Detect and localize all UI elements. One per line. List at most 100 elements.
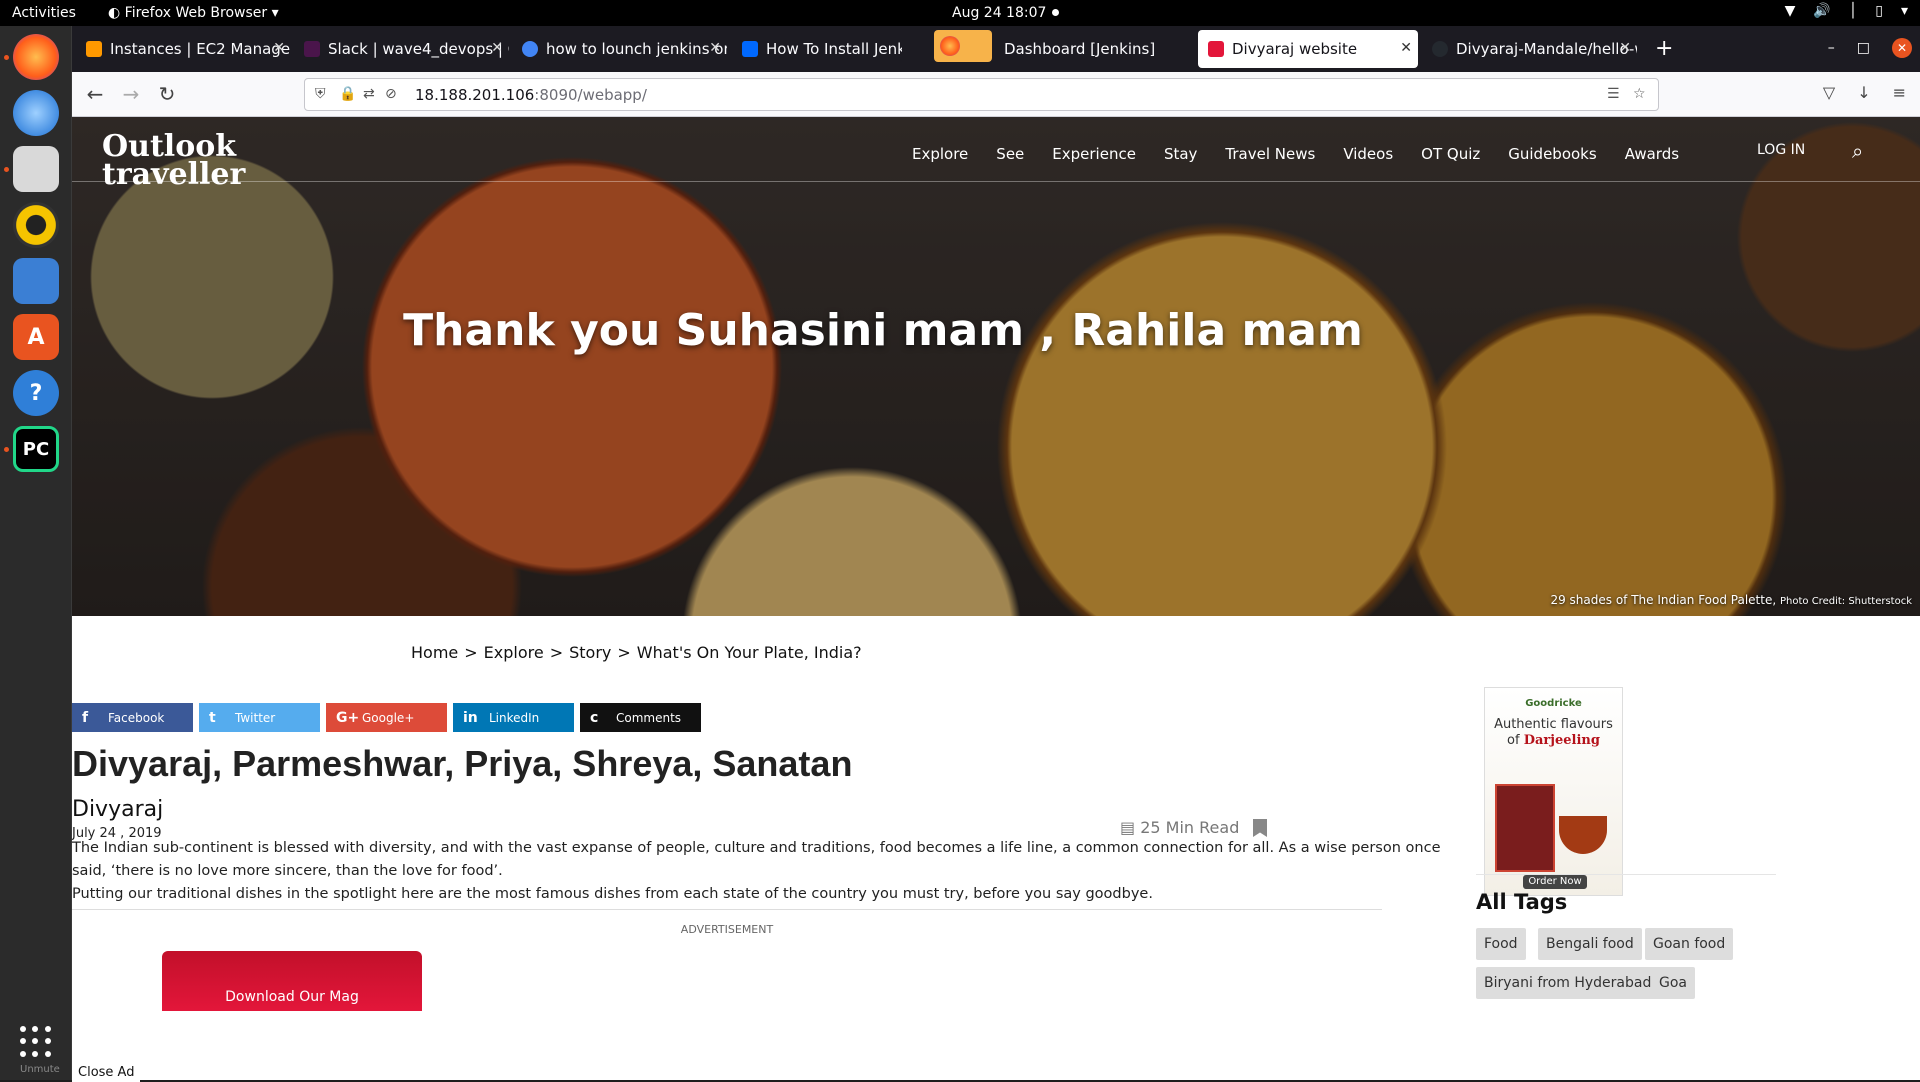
tab-install-jenkins[interactable]: How To Install Jenkins	[732, 30, 902, 68]
tea-pack-image	[1495, 784, 1555, 872]
browser-window: Instances | EC2 Managem ✕ Slack | wave4_d…	[72, 26, 1920, 1082]
pocket-icon[interactable]: ▽	[1823, 83, 1835, 102]
nav-travel-news[interactable]: Travel News	[1225, 145, 1315, 163]
battery-icon[interactable]: ▯	[1875, 3, 1883, 19]
nav-see[interactable]: See	[996, 145, 1024, 163]
nav-guidebooks[interactable]: Guidebooks	[1508, 145, 1596, 163]
bookmark-star-icon[interactable]: ☆	[1633, 86, 1646, 102]
running-indicator	[4, 447, 9, 452]
clock[interactable]: Aug 24 18:07	[952, 5, 1046, 21]
software-icon[interactable]: A	[13, 314, 59, 360]
tab-ec2[interactable]: Instances | EC2 Managem ✕	[76, 30, 291, 68]
nav-ot-quiz[interactable]: OT Quiz	[1421, 145, 1480, 163]
tab-label: Dashboard [Jenkins]	[1004, 40, 1156, 58]
read-time-label: 25 Min Read	[1140, 818, 1240, 837]
app-menu[interactable]: ◐ Firefox Web Browser ▾	[108, 5, 279, 21]
nav-experience[interactable]: Experience	[1052, 145, 1136, 163]
firefox-icon	[940, 36, 960, 56]
tracking-icon[interactable]: ⊘	[385, 86, 397, 102]
breadcrumb-home[interactable]: Home	[411, 643, 458, 662]
share-twitter-button[interactable]: t Twitter	[199, 703, 320, 732]
close-icon[interactable]: ✕	[1400, 40, 1412, 56]
system-tray[interactable]: ▼ 🔊 │ ▯ ▾	[1785, 3, 1908, 19]
window-close-icon[interactable]: ✕	[1892, 38, 1912, 58]
reload-button[interactable]: ↻	[154, 81, 180, 107]
share-googleplus-button[interactable]: G+ Google+	[326, 703, 447, 732]
hero-headline: Thank you Suhasini mam , Rahila mam	[403, 305, 1363, 356]
permissions-icon[interactable]: ⇄	[363, 86, 375, 102]
share-label: Facebook	[108, 710, 165, 725]
close-icon[interactable]: ✕	[709, 40, 721, 56]
url-bar[interactable]: ⛨ 🔒 ⇄ ⊘ 18.188.201.106:8090/webapp/ ☰ ☆	[304, 78, 1659, 111]
url-text[interactable]: 18.188.201.106:8090/webapp/	[415, 86, 647, 104]
comments-button[interactable]: c Comments	[580, 703, 701, 732]
unmute-label[interactable]: Unmute	[20, 1064, 60, 1075]
restore-icon[interactable]: □	[1857, 40, 1870, 56]
minimize-icon[interactable]: –	[1828, 40, 1835, 56]
site-logo[interactable]: Outlook traveller	[102, 132, 245, 190]
bookmark-icon[interactable]	[1253, 819, 1267, 837]
close-icon[interactable]: ✕	[491, 40, 503, 56]
system-top-bar: Activities ◐ Firefox Web Browser ▾ Aug 2…	[0, 0, 1920, 26]
share-linkedin-button[interactable]: in LinkedIn	[453, 703, 574, 732]
advertisement-label: ADVERTISEMENT	[680, 923, 774, 936]
tab-divyaraj-website[interactable]: Divyaraj website ✕	[1198, 30, 1418, 68]
rhythmbox-icon[interactable]	[13, 202, 59, 248]
writer-icon[interactable]	[13, 258, 59, 304]
close-icon[interactable]: ✕	[1619, 40, 1631, 56]
share-facebook-button[interactable]: f Facebook	[72, 703, 193, 732]
nav-stay[interactable]: Stay	[1164, 145, 1197, 163]
tag-biryani[interactable]: Biryani from Hyderabad	[1476, 967, 1660, 999]
tag-bengali-food[interactable]: Bengali food	[1538, 928, 1642, 960]
help-icon[interactable]: ?	[13, 370, 59, 416]
files-icon[interactable]	[13, 146, 59, 192]
tag-goan-food[interactable]: Goan food	[1645, 928, 1734, 960]
login-link[interactable]: LOG IN	[1757, 142, 1805, 158]
thunderbird-icon[interactable]	[13, 90, 59, 136]
tag-goa[interactable]: Goa	[1651, 967, 1695, 999]
tab-bar: Instances | EC2 Managem ✕ Slack | wave4_d…	[72, 26, 1920, 72]
menu-icon[interactable]: ≡	[1893, 83, 1906, 102]
close-icon[interactable]: ✕	[273, 40, 285, 56]
mic-icon[interactable]: │	[1849, 3, 1857, 19]
tag-food[interactable]: Food	[1476, 928, 1526, 960]
share-label: LinkedIn	[489, 710, 540, 725]
nav-explore[interactable]: Explore	[912, 145, 968, 163]
tab-slack[interactable]: Slack | wave4_devops | Gl ✕	[294, 30, 509, 68]
book-icon: ▤	[1120, 818, 1136, 837]
breadcrumb-explore[interactable]: Explore	[484, 643, 544, 662]
side-advertisement[interactable]: Goodricke Authentic flavours of Darjeeli…	[1484, 687, 1623, 896]
pycharm-icon[interactable]: PC	[13, 426, 59, 472]
volume-icon[interactable]: 🔊	[1813, 3, 1830, 19]
nav-divider	[72, 181, 1920, 182]
tab-drag-preview	[934, 30, 992, 62]
tab-label: Instances | EC2 Managem	[110, 40, 291, 58]
googleplus-icon: G+	[336, 709, 360, 726]
activities-button[interactable]: Activities	[12, 5, 76, 21]
search-icon[interactable]: ⌕	[1852, 139, 1863, 163]
reader-view-icon[interactable]: ☰	[1607, 86, 1620, 102]
wifi-icon[interactable]: ▼	[1785, 3, 1796, 19]
url-host: 18.188.201.106	[415, 86, 535, 104]
insecure-lock-icon[interactable]: 🔒	[339, 86, 356, 102]
nav-awards[interactable]: Awards	[1625, 145, 1679, 163]
firefox-icon[interactable]	[13, 34, 59, 80]
close-ad-button[interactable]: Close Ad	[72, 1063, 141, 1082]
tab-google-search[interactable]: how to lounch jenkins on ✕	[512, 30, 727, 68]
forward-button[interactable]: →	[118, 81, 144, 107]
back-button[interactable]: ←	[82, 81, 108, 107]
digitalocean-favicon-icon	[742, 41, 758, 57]
article-author[interactable]: Divyaraj	[72, 797, 163, 822]
share-buttons: f Facebook t Twitter G+ Google+ in Linke…	[72, 703, 701, 732]
tab-jenkins-dashboard[interactable]: Dashboard [Jenkins]✕	[994, 30, 1214, 68]
breadcrumb-story[interactable]: Story	[569, 643, 611, 662]
download-mag-ad[interactable]: Download Our Mag	[162, 951, 422, 1011]
downloads-icon[interactable]: ↓	[1857, 83, 1870, 102]
new-tab-button[interactable]: +	[1655, 36, 1673, 61]
shield-icon[interactable]: ⛨	[315, 86, 326, 102]
order-now-button[interactable]: Order Now	[1523, 875, 1587, 889]
power-menu-icon[interactable]: ▾	[1901, 3, 1908, 19]
tab-github[interactable]: Divyaraj-Mandale/hello-w ✕	[1422, 30, 1637, 68]
nav-videos[interactable]: Videos	[1343, 145, 1393, 163]
show-apps-icon[interactable]	[20, 1026, 52, 1058]
